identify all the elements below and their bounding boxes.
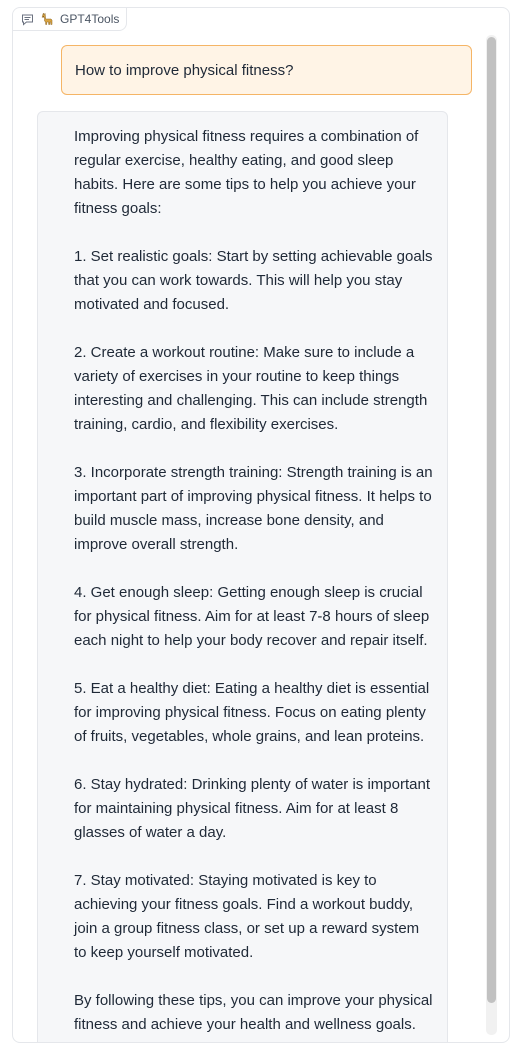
chatbot-label-text: GPT4Tools bbox=[60, 12, 120, 26]
bot-paragraph: Improving physical fitness requires a co… bbox=[74, 128, 419, 217]
bot-paragraph: 3. Incorporate strength training: Streng… bbox=[74, 464, 433, 553]
user-message: How to improve physical fitness? bbox=[61, 45, 472, 95]
bot-paragraph: 5. Eat a healthy diet: Eating a healthy … bbox=[74, 680, 430, 745]
bot-paragraph: 4. Get enough sleep: Getting enough slee… bbox=[74, 584, 430, 649]
bot-paragraph: 6. Stay hydrated: Drinking plenty of wat… bbox=[74, 776, 431, 841]
chatbot-panel: GPT4Tools How to improve physical fitnes… bbox=[12, 7, 510, 1043]
chat-messages-area[interactable]: How to improve physical fitness? Improvi… bbox=[13, 32, 509, 1042]
llama-emoji-icon bbox=[40, 12, 54, 26]
chat-bubble-icon bbox=[21, 13, 34, 26]
bot-paragraph: 7. Stay motivated: Staying motivated is … bbox=[74, 872, 420, 961]
bot-paragraph: 2. Create a workout routine: Make sure t… bbox=[74, 344, 428, 433]
chat-scrollbar-thumb[interactable] bbox=[487, 37, 496, 1003]
bot-paragraph: 1. Set realistic goals: Start by setting… bbox=[74, 248, 433, 313]
user-message-text: How to improve physical fitness? bbox=[75, 61, 294, 79]
chat-scrollbar[interactable] bbox=[486, 35, 497, 1035]
bot-paragraph: By following these tips, you can improve… bbox=[74, 992, 433, 1033]
bot-message: Improving physical fitness requires a co… bbox=[37, 111, 448, 1042]
chatbot-label: GPT4Tools bbox=[13, 8, 128, 31]
